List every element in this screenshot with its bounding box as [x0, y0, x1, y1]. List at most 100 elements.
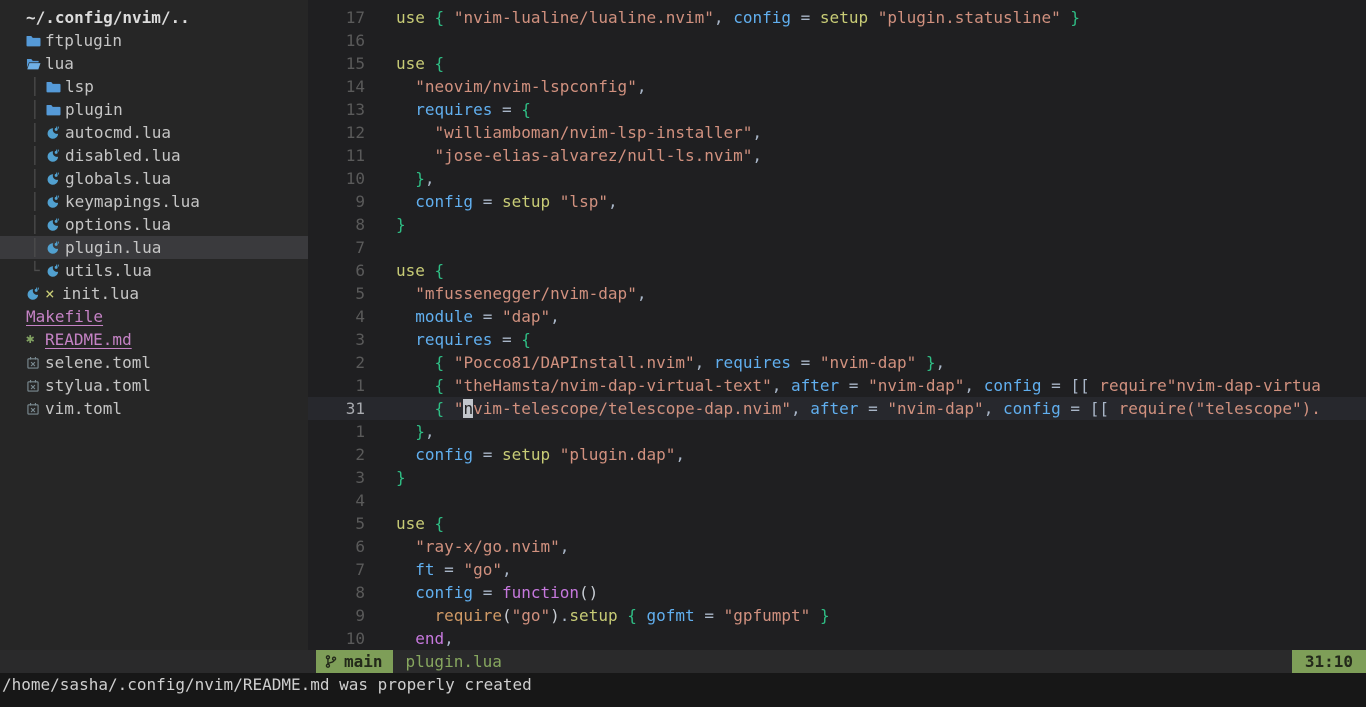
tree-indent-guide: │ [30, 236, 46, 259]
code-line[interactable]: 4 [308, 489, 1366, 512]
code-line[interactable]: 1 }, [308, 420, 1366, 443]
line-number: 2 [308, 351, 365, 374]
code-line[interactable]: 12 "williamboman/nvim-lsp-installer", [308, 121, 1366, 144]
tree-item-vim-toml[interactable]: vim.toml [0, 397, 308, 420]
tree-item-lua[interactable]: lua [0, 52, 308, 75]
code-line[interactable]: 10 }, [308, 167, 1366, 190]
code-line-current[interactable]: 31 { "nvim-telescope/telescope-dap.nvim"… [308, 397, 1366, 420]
line-number: 4 [308, 489, 365, 512]
file-label: selene.toml [45, 351, 151, 374]
tree-item-utils-lua[interactable]: └utils.lua [0, 259, 308, 282]
tree-item-globals-lua[interactable]: │globals.lua [0, 167, 308, 190]
code-line[interactable]: 16 [308, 29, 1366, 52]
tree-indent-guide: │ [30, 213, 46, 236]
tree-item-keymapings-lua[interactable]: │ keymapings.lua [0, 190, 308, 213]
line-number: 12 [308, 121, 365, 144]
toml-icon [26, 379, 45, 393]
line-text: "ray-x/go.nvim", [365, 535, 569, 558]
line-number: 11 [308, 144, 365, 167]
tree-item-makefile[interactable]: Makefile [0, 305, 308, 328]
file-label: lua [45, 52, 74, 75]
line-number: 2 [308, 443, 365, 466]
statusline-spacer [0, 650, 316, 673]
code-line[interactable]: 2 config = setup "plugin.dap", [308, 443, 1366, 466]
explorer-root-path[interactable]: ~/.config/nvim/.. [0, 6, 308, 29]
lua-icon [26, 287, 45, 301]
file-label: keymapings.lua [65, 190, 200, 213]
folder-closed-icon [26, 34, 45, 48]
file-label: Makefile [26, 305, 103, 328]
tree-item-autocmd-lua[interactable]: │autocmd.lua [0, 121, 308, 144]
code-line[interactable]: 9 config = setup "lsp", [308, 190, 1366, 213]
line-text: "mfussenegger/nvim-dap", [365, 282, 646, 305]
tree-item-plugin[interactable]: │plugin [0, 98, 308, 121]
line-number: 7 [308, 236, 365, 259]
line-text [365, 29, 396, 52]
code-line[interactable]: 5 "mfussenegger/nvim-dap", [308, 282, 1366, 305]
code-line[interactable]: 10 end, [308, 627, 1366, 650]
code-line[interactable]: 17use { "nvim-lualine/lualine.nvim", con… [308, 6, 1366, 29]
line-text: config = setup "plugin.dap", [365, 443, 685, 466]
line-number: 5 [308, 282, 365, 305]
tree-item-lsp[interactable]: │lsp [0, 75, 308, 98]
tree-indent-guide: │ [30, 121, 46, 144]
code-line[interactable]: 3} [308, 466, 1366, 489]
tree-indent-guide: └ [30, 259, 46, 282]
line-number: 7 [308, 558, 365, 581]
tree-item-selene-toml[interactable]: selene.toml [0, 351, 308, 374]
line-text: require("go").setup { gofmt = "gpfumpt" … [365, 604, 830, 627]
code-line[interactable]: 4 module = "dap", [308, 305, 1366, 328]
editor-buffer[interactable]: 17use { "nvim-lualine/lualine.nvim", con… [308, 0, 1366, 650]
tree-item-init-lua[interactable]: ×init.lua [0, 282, 308, 305]
folder-closed-icon [46, 80, 65, 94]
line-number: 10 [308, 167, 365, 190]
line-text: use { [365, 512, 444, 535]
line-text [365, 236, 396, 259]
code-line[interactable]: 2 { "Pocco81/DAPInstall.nvim", requires … [308, 351, 1366, 374]
line-number: 31 [308, 397, 365, 420]
file-label: stylua.toml [45, 374, 151, 397]
code-line[interactable]: 14 "neovim/nvim-lspconfig", [308, 75, 1366, 98]
tree-item-plugin-lua[interactable]: │ plugin.lua [0, 236, 308, 259]
line-text: }, [365, 420, 435, 443]
code-line[interactable]: 5use { [308, 512, 1366, 535]
line-text: use { [365, 259, 444, 282]
code-line[interactable]: 1 { "theHamsta/nvim-dap-virtual-text", a… [308, 374, 1366, 397]
git-branch-name: main [344, 650, 383, 673]
code-line[interactable]: 3 requires = { [308, 328, 1366, 351]
file-label: disabled.lua [65, 144, 181, 167]
file-label: vim.toml [45, 397, 122, 420]
file-label: lsp [65, 75, 94, 98]
file-label: plugin.lua [65, 236, 161, 259]
file-label: options.lua [65, 213, 171, 236]
toml-icon [26, 356, 45, 370]
code-line[interactable]: 9 require("go").setup { gofmt = "gpfumpt… [308, 604, 1366, 627]
code-line[interactable]: 15use { [308, 52, 1366, 75]
code-line[interactable]: 11 "jose-elias-alvarez/null-ls.nvim", [308, 144, 1366, 167]
tree-item-stylua-toml[interactable]: stylua.toml [0, 374, 308, 397]
code-line[interactable]: 7 ft = "go", [308, 558, 1366, 581]
tree-item-options-lua[interactable]: │ options.lua [0, 213, 308, 236]
tree-item-ftplugin[interactable]: ftplugin [0, 29, 308, 52]
code-line[interactable]: 7 [308, 236, 1366, 259]
code-line[interactable]: 6 "ray-x/go.nvim", [308, 535, 1366, 558]
line-text: "jose-elias-alvarez/null-ls.nvim", [365, 144, 762, 167]
file-label: README.md [45, 328, 132, 351]
code-line[interactable]: 8} [308, 213, 1366, 236]
line-text: { "theHamsta/nvim-dap-virtual-text", aft… [365, 374, 1321, 397]
line-number: 3 [308, 466, 365, 489]
tree-item-disabled-lua[interactable]: │disabled.lua [0, 144, 308, 167]
code-area: 17use { "nvim-lualine/lualine.nvim", con… [308, 6, 1366, 650]
line-text: }, [365, 167, 435, 190]
folder-open-icon [26, 57, 45, 71]
file-label: plugin [65, 98, 123, 121]
tree-item-readme-md[interactable]: ✱README.md [0, 328, 308, 351]
line-text: config = setup "lsp", [365, 190, 618, 213]
line-number: 10 [308, 627, 365, 650]
code-line[interactable]: 8 config = function() [308, 581, 1366, 604]
line-number: 17 [308, 6, 365, 29]
lua-icon [46, 218, 65, 232]
code-line[interactable]: 6use { [308, 259, 1366, 282]
code-line[interactable]: 13 requires = { [308, 98, 1366, 121]
tree-indent-guide: │ [30, 190, 46, 213]
